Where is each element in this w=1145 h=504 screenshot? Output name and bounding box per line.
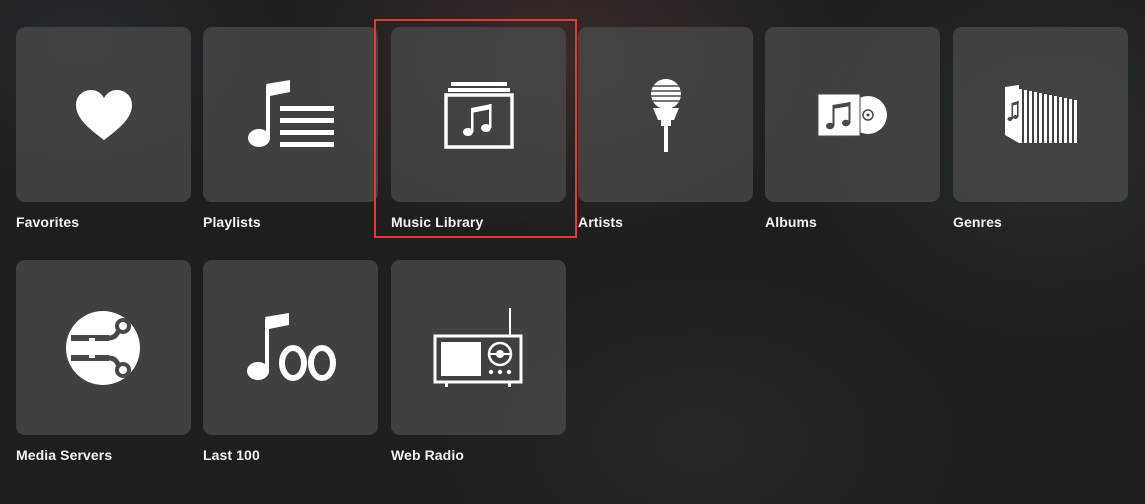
tile-artists[interactable]: Artists xyxy=(578,27,753,230)
tile-genres[interactable]: Genres xyxy=(953,27,1128,230)
album-icon xyxy=(817,93,887,136)
tile-last-100-label: Last 100 xyxy=(203,447,260,463)
tile-artists-box[interactable] xyxy=(578,27,753,202)
tile-web-radio[interactable]: Web Radio xyxy=(391,260,566,463)
tile-web-radio-box[interactable] xyxy=(391,260,566,435)
last-100-icon xyxy=(246,312,336,381)
tile-favorites-label: Favorites xyxy=(16,214,80,230)
tile-music-library[interactable]: Music Library xyxy=(391,27,566,230)
microphone-icon xyxy=(650,78,681,152)
tile-last-100[interactable]: Last 100 xyxy=(203,260,378,463)
tile-albums[interactable]: Albums xyxy=(765,27,940,230)
tile-albums-label: Albums xyxy=(765,214,817,230)
radio-icon xyxy=(433,307,522,387)
tile-playlists-label: Playlists xyxy=(203,214,261,230)
tile-genres-label: Genres xyxy=(953,214,1002,230)
music-library-icon xyxy=(443,81,514,149)
tile-playlists[interactable]: Playlists xyxy=(203,27,378,230)
tile-favorites-box[interactable] xyxy=(16,27,191,202)
tile-music-library-box[interactable] xyxy=(391,27,566,202)
tile-media-servers-label: Media Servers xyxy=(16,447,113,463)
tile-playlists-box[interactable] xyxy=(203,27,378,202)
tile-media-servers[interactable]: Media Servers xyxy=(16,260,191,463)
tile-music-library-label: Music Library xyxy=(391,214,484,230)
tile-albums-box[interactable] xyxy=(765,27,940,202)
tile-favorites[interactable]: Favorites xyxy=(16,27,191,230)
tile-media-servers-box[interactable] xyxy=(16,260,191,435)
heart-icon xyxy=(75,89,132,140)
tile-last-100-box[interactable] xyxy=(203,260,378,435)
playlist-icon xyxy=(247,79,334,147)
genres-icon xyxy=(1004,84,1077,143)
tile-artists-label: Artists xyxy=(578,214,624,230)
tile-web-radio-label: Web Radio xyxy=(391,447,464,463)
media-server-icon xyxy=(65,310,140,385)
tile-genres-box[interactable] xyxy=(953,27,1128,202)
